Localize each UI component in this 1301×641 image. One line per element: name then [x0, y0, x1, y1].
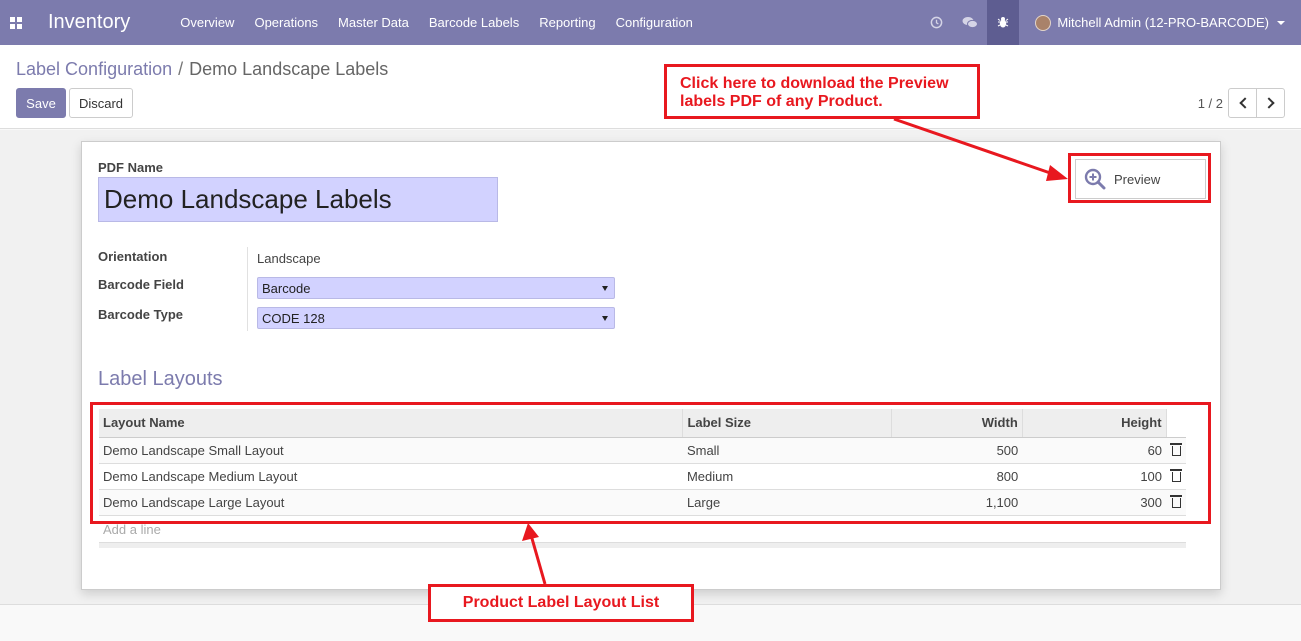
- bug-icon[interactable]: [987, 0, 1020, 45]
- breadcrumb: Label Configuration / Demo Landscape Lab…: [16, 59, 388, 80]
- pdf-name-label: PDF Name: [98, 160, 164, 175]
- orientation-value[interactable]: Landscape: [257, 251, 321, 266]
- layout-list-annotation-text: Product Label Layout List: [462, 594, 660, 611]
- menu-reporting[interactable]: Reporting: [529, 0, 605, 45]
- apps-grid-icon[interactable]: [0, 0, 32, 45]
- pager-value[interactable]: 1 / 2: [1198, 96, 1223, 111]
- barcode-type-label: Barcode Type: [98, 307, 184, 322]
- chevron-left-icon: [1238, 97, 1251, 109]
- chevron-down-icon: [1277, 20, 1285, 25]
- menu-overview[interactable]: Overview: [170, 0, 244, 45]
- layout-list-highlight-box: [90, 402, 1211, 524]
- menu-master-data[interactable]: Master Data: [328, 0, 419, 45]
- barcode-field-value: Barcode: [262, 280, 311, 296]
- pager-previous-button[interactable]: [1228, 88, 1257, 118]
- breadcrumb-current: Demo Landscape Labels: [189, 59, 389, 79]
- barcode-field-select[interactable]: Barcode: [257, 277, 615, 299]
- preview-annotation-line1: Click here to download the Preview: [680, 75, 949, 92]
- barcode-type-select[interactable]: CODE 128: [257, 307, 615, 329]
- chevron-right-icon: [1262, 97, 1275, 109]
- avatar: [1035, 14, 1052, 31]
- control-panel: Label Configuration / Demo Landscape Lab…: [0, 45, 1301, 129]
- pdf-name-input[interactable]: Demo Landscape Labels: [98, 177, 498, 222]
- breadcrumb-separator: /: [178, 59, 184, 79]
- main-menu: Overview Operations Master Data Barcode …: [170, 0, 703, 45]
- dropdown-arrow-icon: [602, 286, 608, 291]
- user-menu[interactable]: Mitchell Admin (12-PRO-BARCODE): [1019, 14, 1301, 31]
- menu-barcode-labels[interactable]: Barcode Labels: [419, 0, 529, 45]
- label-layouts-title: Label Layouts: [98, 368, 223, 390]
- top-navbar: Inventory Overview Operations Master Dat…: [0, 0, 1301, 45]
- table-footer: [99, 542, 1186, 548]
- menu-operations[interactable]: Operations: [244, 0, 328, 45]
- user-name: Mitchell Admin (12-PRO-BARCODE): [1057, 15, 1269, 30]
- app-name[interactable]: Inventory: [48, 11, 130, 34]
- menu-configuration[interactable]: Configuration: [606, 0, 703, 45]
- layout-list-annotation: Product Label Layout List: [428, 584, 694, 622]
- save-button[interactable]: Save: [16, 88, 66, 118]
- dropdown-arrow-icon: [602, 316, 608, 321]
- preview-annotation-line2: labels PDF of any Product.: [680, 93, 883, 110]
- discard-button[interactable]: Discard: [69, 88, 133, 118]
- barcode-type-value: CODE 128: [262, 310, 325, 326]
- clock-icon[interactable]: [919, 0, 953, 45]
- preview-highlight-box: [1068, 153, 1211, 203]
- chat-icon[interactable]: [953, 0, 987, 45]
- pager-next-button[interactable]: [1256, 88, 1285, 118]
- field-divider: [247, 247, 248, 331]
- breadcrumb-parent[interactable]: Label Configuration: [16, 59, 172, 80]
- add-line-link[interactable]: Add a line: [103, 522, 161, 537]
- orientation-label: Orientation: [98, 249, 168, 264]
- barcode-field-label: Barcode Field: [98, 277, 184, 292]
- preview-annotation: Click here to download the Preview label…: [664, 64, 980, 119]
